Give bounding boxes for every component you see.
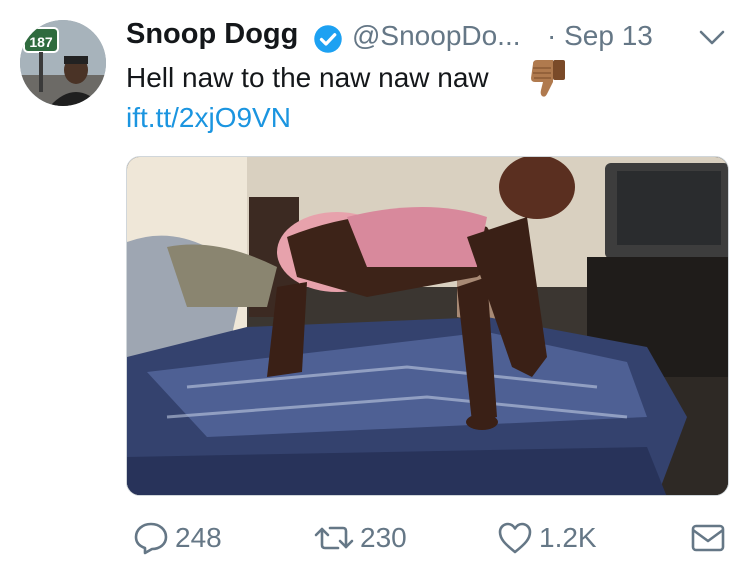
like-count: 1.2K (539, 522, 597, 553)
avatar[interactable]: 187 (20, 20, 106, 106)
photo (127, 157, 728, 495)
avatar-image: 187 (20, 20, 106, 106)
verified-badge-icon (314, 25, 342, 53)
retweet-count: 230 (360, 522, 407, 553)
tweet-date[interactable]: · Sep 13 (547, 20, 653, 52)
envelope-icon (691, 524, 725, 552)
like-button[interactable]: 1.2K (497, 515, 597, 561)
user-handle[interactable]: @SnoopDo... (352, 20, 521, 52)
thumbs-down-icon (531, 60, 565, 97)
tweet-text: Hell naw to the naw naw naw (126, 62, 489, 93)
retweet-button[interactable]: 230 (314, 515, 407, 561)
reply-count: 248 (175, 522, 222, 553)
avatar-sign-text: 187 (29, 34, 53, 50)
heart-icon (498, 522, 532, 554)
chevron-down-icon[interactable] (697, 26, 727, 50)
tweet-actions: 248 230 1.2K (0, 515, 750, 561)
tweet-header: Snoop Dogg @SnoopDo... · Sep 13 (126, 16, 736, 56)
reply-button[interactable]: 248 (133, 515, 222, 561)
direct-message-button[interactable] (690, 515, 726, 561)
display-name[interactable]: Snoop Dogg (126, 18, 298, 51)
retweet-icon (314, 526, 354, 550)
reply-icon (134, 522, 168, 555)
tweet-media-image[interactable] (126, 156, 729, 496)
tweet-link[interactable]: ift.tt/2xjO9VN (126, 102, 291, 134)
